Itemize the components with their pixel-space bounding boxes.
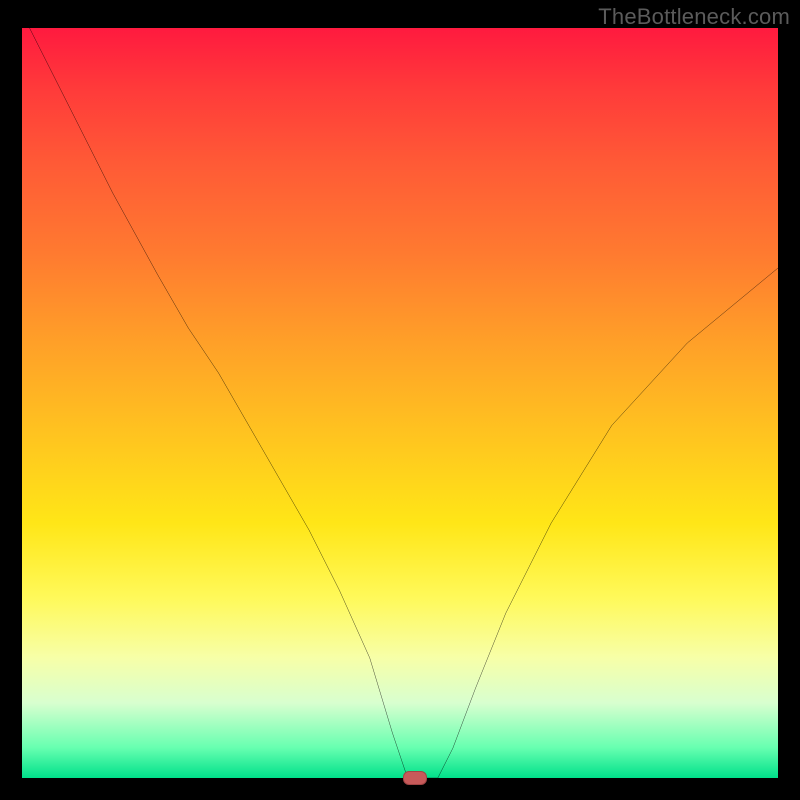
plot-area: [22, 28, 778, 778]
watermark-label: TheBottleneck.com: [598, 4, 790, 30]
bottleneck-marker: [403, 771, 427, 785]
chart-frame: TheBottleneck.com: [0, 0, 800, 800]
bottleneck-curve: [22, 28, 778, 778]
curve-path: [22, 28, 778, 778]
